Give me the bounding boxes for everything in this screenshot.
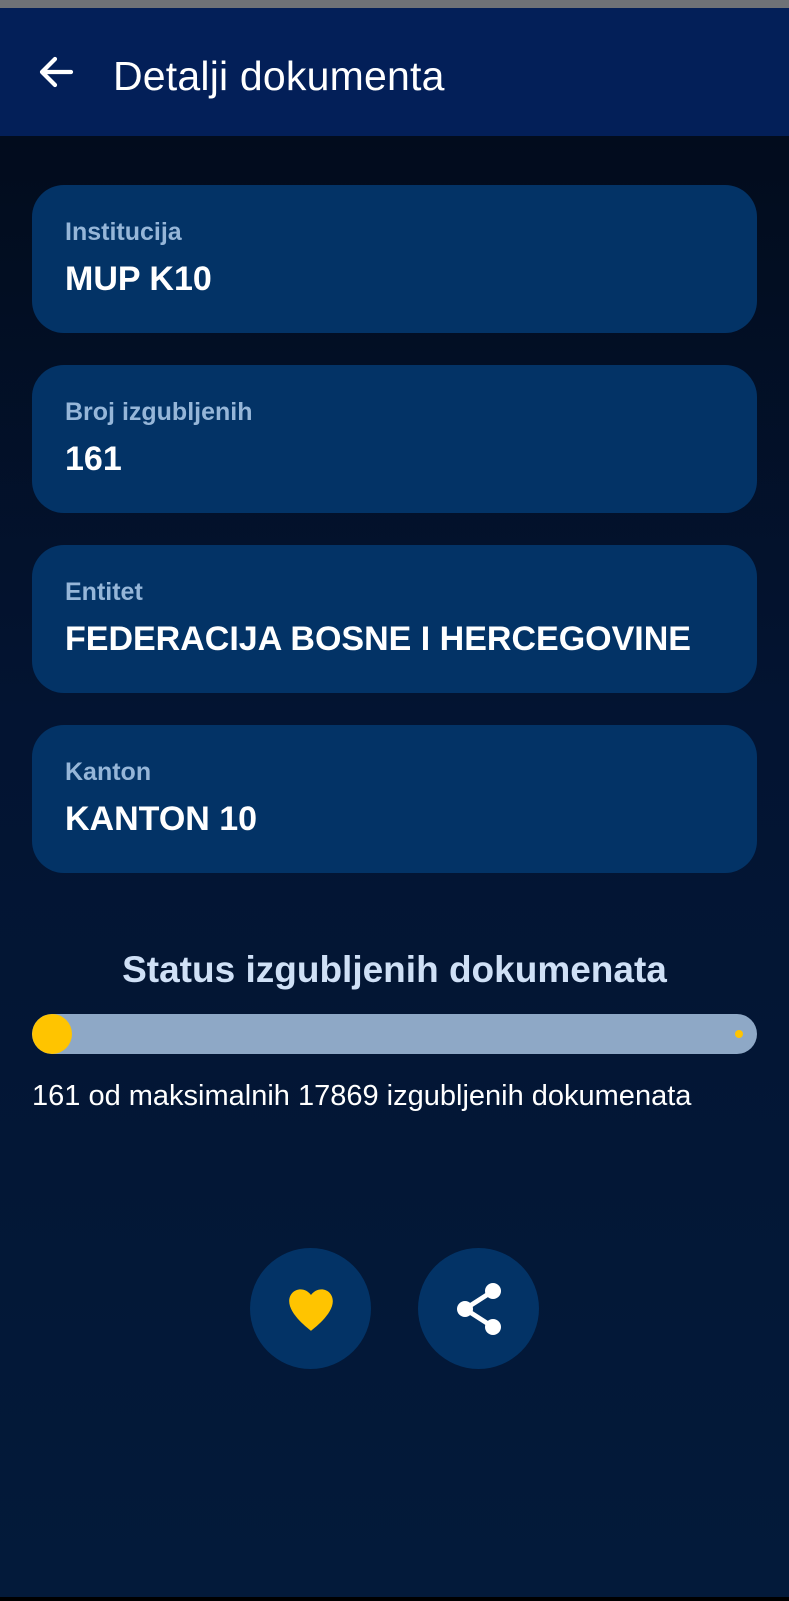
progress-fill (32, 1014, 72, 1054)
share-icon (456, 1282, 501, 1335)
detail-card-broj-izgubljenih: Broj izgubljenih 161 (32, 365, 757, 513)
progress-end-marker (735, 1030, 743, 1038)
detail-card-entitet: Entitet FEDERACIJA BOSNE I HERCEGOVINE (32, 545, 757, 693)
status-title: Status izgubljenih dokumenata (122, 949, 667, 990)
system-status-strip (0, 0, 789, 8)
bottom-edge (0, 1597, 789, 1601)
favorite-button[interactable] (250, 1248, 371, 1369)
detail-label: Broj izgubljenih (65, 398, 253, 426)
detail-label: Institucija (65, 218, 182, 246)
detail-card-kanton: Kanton KANTON 10 (32, 725, 757, 873)
detail-value: FEDERACIJA BOSNE I HERCEGOVINE (65, 620, 691, 658)
app-bar: Detalji dokumenta (0, 8, 789, 136)
back-button[interactable] (30, 50, 82, 94)
detail-value: KANTON 10 (65, 800, 258, 838)
heart-icon (288, 1288, 333, 1331)
detail-card-institucija: Institucija MUP K10 (32, 185, 757, 333)
arrow-left-icon (39, 56, 74, 88)
share-button[interactable] (418, 1248, 539, 1369)
detail-value: 161 (65, 440, 122, 478)
detail-value: MUP K10 (65, 260, 212, 298)
detail-label: Kanton (65, 758, 152, 786)
detail-label: Entitet (65, 578, 143, 606)
status-description: 161 od maksimalnih 17869 izgubljenih dok… (32, 1080, 692, 1112)
page-title: Detalji dokumenta (113, 53, 445, 99)
status-progress-bar (32, 1014, 757, 1054)
